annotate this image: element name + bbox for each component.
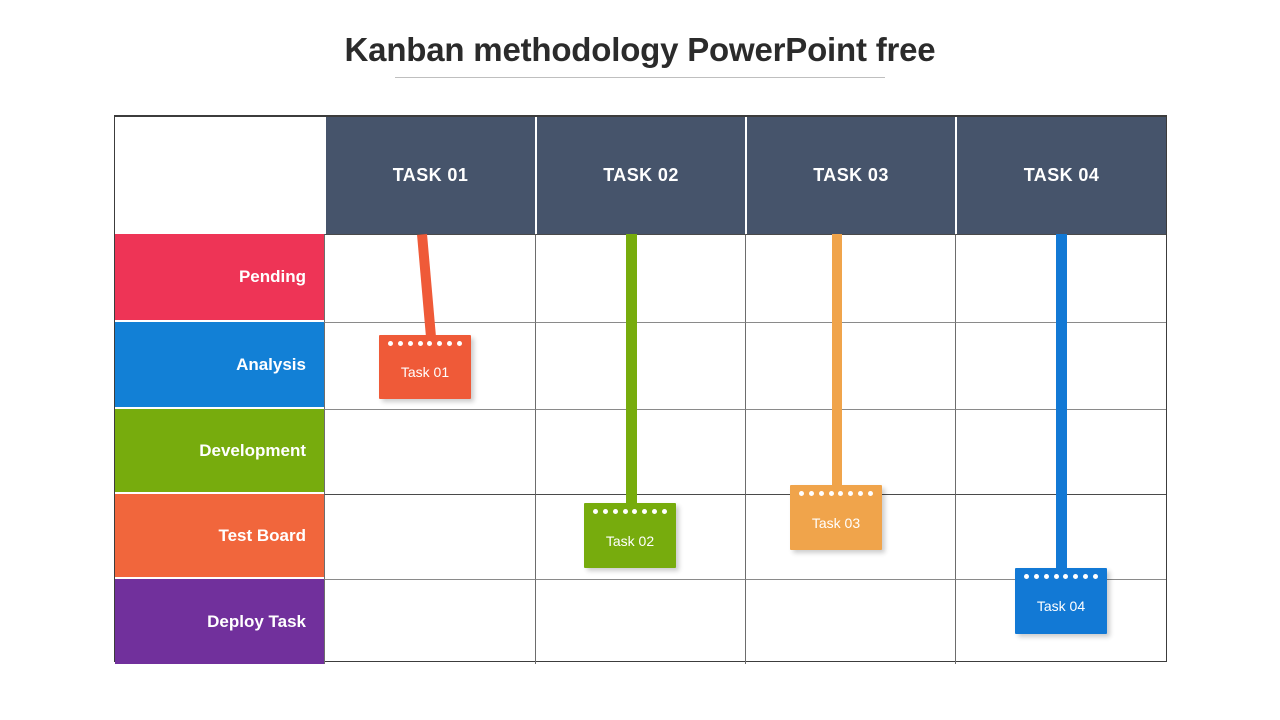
task-card-2[interactable]: Task 02 (584, 503, 676, 568)
board-cell-r3-c2[interactable] (535, 409, 745, 494)
sticky-note-dots-icon-1 (379, 335, 471, 351)
task-card-1[interactable]: Task 01 (379, 335, 471, 399)
stage-label-deploy-task[interactable]: Deploy Task (115, 579, 324, 664)
kanban-grid: TASK 01 TASK 02 TASK 03 TASK 04 Pending Analy… (115, 117, 1166, 664)
slide-title-block: Kanban methodology PowerPoint free (0, 31, 1280, 78)
board-corner-cell (115, 117, 324, 234)
page-title: Kanban methodology PowerPoint free (344, 31, 936, 68)
column-header-1[interactable]: TASK 01 (324, 117, 535, 234)
column-header-4[interactable]: TASK 04 (955, 117, 1166, 234)
task-card-label-3: Task 03 (811, 514, 861, 531)
stage-label-analysis[interactable]: Analysis (115, 322, 324, 409)
task-card-label-4: Task 04 (1036, 598, 1086, 614)
board-cell-r3-c3[interactable] (745, 409, 955, 494)
board-cell-r4-c1[interactable] (324, 494, 535, 579)
stage-label-development[interactable]: Development (115, 409, 324, 494)
board-cell-r1-c2[interactable] (535, 234, 745, 322)
stage-label-pending[interactable]: Pending (115, 234, 324, 322)
column-header-3[interactable]: TASK 03 (745, 117, 955, 234)
title-underline-rule (395, 76, 885, 78)
board-cell-r1-c3[interactable] (745, 234, 955, 322)
task-card-label-1: Task 01 (400, 364, 450, 380)
task-card-4[interactable]: Task 04 (1015, 568, 1107, 634)
board-cell-r5-c3[interactable] (745, 579, 955, 664)
column-header-2[interactable]: TASK 02 (535, 117, 745, 234)
task-connector-stem-4 (1056, 234, 1067, 571)
board-cell-r2-c2[interactable] (535, 322, 745, 409)
board-cell-r5-c2[interactable] (535, 579, 745, 664)
task-card-3[interactable]: Task 03 (790, 485, 882, 550)
task-card-label-2: Task 02 (605, 532, 655, 549)
board-cell-r2-c3[interactable] (745, 322, 955, 409)
task-connector-stem-2 (626, 234, 637, 506)
kanban-board: TASK 01 TASK 02 TASK 03 TASK 04 Pending Analy… (114, 115, 1167, 664)
stage-label-test-board[interactable]: Test Board (115, 494, 324, 579)
board-cell-r3-c1[interactable] (324, 409, 535, 494)
task-connector-stem-3 (832, 234, 842, 488)
board-cell-r5-c1[interactable] (324, 579, 535, 664)
